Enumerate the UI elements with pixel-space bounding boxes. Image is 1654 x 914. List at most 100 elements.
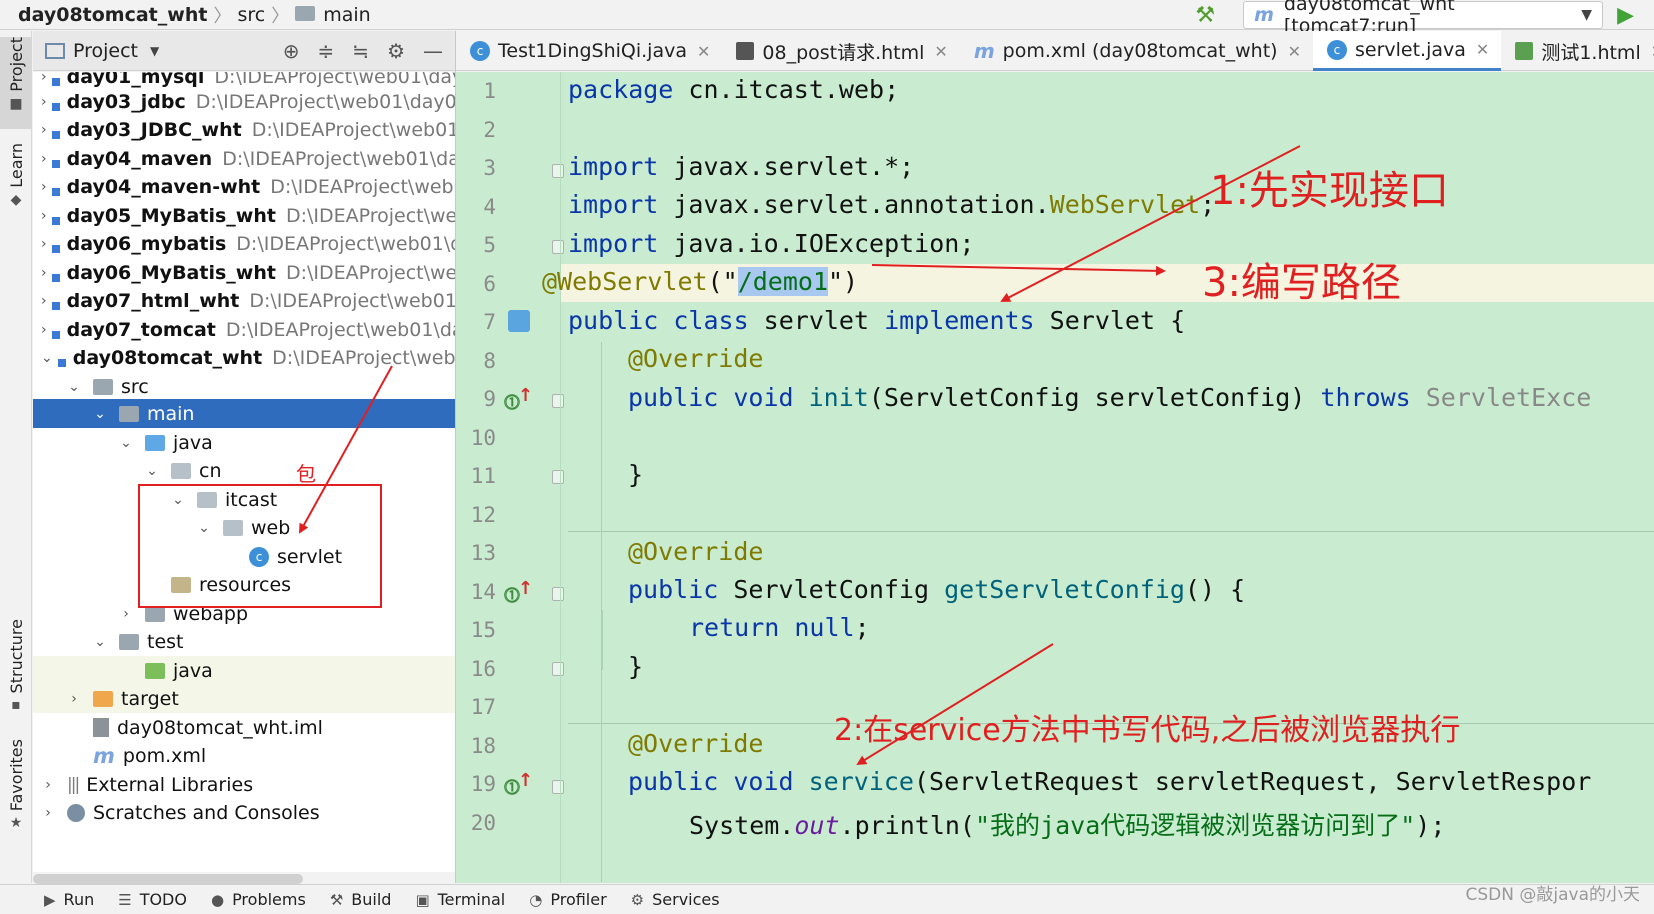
- tool-profiler-button[interactable]: ◔ Profiler: [529, 890, 606, 909]
- close-icon[interactable]: ✕: [1476, 40, 1489, 59]
- stripe-structure-button[interactable]: Structure ▪: [0, 619, 32, 739]
- chevron-right-icon[interactable]: ›: [41, 293, 47, 309]
- chevron-right-icon[interactable]: ›: [41, 122, 47, 138]
- tree-item-source-root[interactable]: ⌄ java: [33, 428, 455, 457]
- stripe-favorites-button[interactable]: Favorites ★: [0, 739, 32, 859]
- chevron-right-icon[interactable]: ›: [41, 179, 47, 195]
- run-icon[interactable]: ▶: [1617, 3, 1634, 28]
- tree-item-target[interactable]: › target: [33, 684, 455, 713]
- breadcrumb-main[interactable]: main: [323, 4, 370, 26]
- expand-all-icon[interactable]: ≑: [318, 39, 335, 63]
- chevron-down-icon[interactable]: ⌄: [145, 463, 159, 479]
- chevron-right-icon[interactable]: ›: [41, 236, 47, 252]
- collapse-all-icon[interactable]: ≒: [352, 39, 369, 63]
- tree-horizontal-scrollbar[interactable]: [33, 874, 303, 884]
- fold-icon[interactable]: [552, 780, 564, 794]
- tab-test1dingshiqi[interactable]: c Test1DingShiQi.java ✕: [456, 31, 722, 71]
- tree-item-module[interactable]: › day04_maven D:\IDEAProject\web01\day: [33, 144, 455, 173]
- fold-icon[interactable]: [552, 164, 564, 178]
- code-line-19: public void service(ServletRequest servl…: [628, 767, 1591, 796]
- tree-item-scratches[interactable]: › Scratches and Consoles: [33, 798, 455, 827]
- web-servlet-gutter-icon[interactable]: [508, 310, 530, 332]
- tree-item-path: D:\IDEAProject\web01\: [249, 289, 455, 312]
- chevron-right-icon[interactable]: ›: [41, 805, 55, 821]
- tree-item-folder-selected[interactable]: ⌄ main: [33, 399, 455, 428]
- keyword: import: [568, 229, 659, 258]
- gear-icon[interactable]: ⚙: [387, 39, 405, 63]
- stripe-learn-button[interactable]: Learn ◆: [0, 143, 32, 243]
- chevron-down-icon[interactable]: ⌄: [93, 634, 107, 650]
- chevron-right-icon[interactable]: ›: [67, 691, 81, 707]
- stripe-structure-label: Structure: [6, 619, 26, 694]
- tree-item-module[interactable]: › day03_jdbc D:\IDEAProject\web01\day03: [33, 87, 455, 116]
- stripe-project-button[interactable]: Project ■: [0, 37, 32, 129]
- chevron-right-icon[interactable]: ›: [41, 777, 55, 793]
- code-line-20: System.out.println("我的java代码逻辑被浏览器访问到了")…: [689, 806, 1445, 842]
- chevron-down-icon[interactable]: ⌄: [93, 406, 107, 422]
- class-name: servlet: [748, 306, 885, 335]
- tool-label: Problems: [232, 890, 306, 909]
- code-editor[interactable]: 1 2 3 4 5 6 7 8 9 10 11 12 13 14 15 16 1…: [456, 72, 1654, 883]
- project-panel-title[interactable]: Project: [73, 40, 138, 62]
- run-configuration-select[interactable]: m day08tomcat_wht [tomcat7:run] ▼: [1243, 0, 1604, 37]
- tree-item-module[interactable]: › day07_tomcat D:\IDEAProject\web01\day: [33, 315, 455, 344]
- tool-todo-button[interactable]: ☰ TODO: [118, 890, 187, 909]
- tab-pom-xml[interactable]: m pom.xml (day08tomcat_wht) ✕: [960, 31, 1313, 71]
- code-line-3: import javax.servlet.*;: [568, 152, 914, 181]
- fold-icon[interactable]: [552, 587, 564, 601]
- tree-item-module[interactable]: › day06_mybatis D:\IDEAProject\web01\da: [33, 229, 455, 258]
- close-icon[interactable]: ✕: [697, 42, 710, 61]
- chevron-right-icon[interactable]: ›: [41, 322, 47, 338]
- tool-run-button[interactable]: ▶ Run: [44, 890, 94, 909]
- fold-icon[interactable]: [552, 662, 564, 676]
- tree-item-folder[interactable]: ⌄ test: [33, 627, 455, 656]
- tree-item-module[interactable]: ⌄ day08tomcat_wht D:\IDEAProject\web01: [33, 343, 455, 372]
- tab-test1-html[interactable]: 测试1.html ✕: [1501, 31, 1654, 71]
- chevron-down-icon[interactable]: ⌄: [119, 435, 133, 451]
- fold-icon[interactable]: [552, 240, 564, 254]
- locate-icon[interactable]: ⊕: [283, 39, 300, 63]
- tree-item-module[interactable]: › day04_maven-wht D:\IDEAProject\web0: [33, 172, 455, 201]
- build-hammer-icon[interactable]: ⚒: [1195, 3, 1215, 28]
- chevron-down-icon[interactable]: ⌄: [41, 350, 53, 366]
- chevron-right-icon[interactable]: ›: [41, 265, 47, 281]
- tab-08-post-html[interactable]: 08_post请求.html ✕: [722, 31, 959, 71]
- code-text: ServletExce: [1410, 383, 1592, 412]
- tree-item-module[interactable]: › day05_MyBatis_wht D:\IDEAProject\web: [33, 201, 455, 230]
- tree-item-module[interactable]: › day07_html_wht D:\IDEAProject\web01\: [33, 286, 455, 315]
- override-arrow-icon[interactable]: ↑: [518, 578, 533, 599]
- tool-terminal-button[interactable]: ▣ Terminal: [415, 890, 505, 909]
- tree-item-folder[interactable]: ⌄ src: [33, 372, 455, 401]
- override-arrow-icon[interactable]: ↑: [518, 385, 533, 406]
- chevron-right-icon[interactable]: ›: [119, 606, 133, 622]
- override-arrow-icon[interactable]: ↑: [518, 770, 533, 791]
- tree-item-test-root[interactable]: java: [33, 656, 455, 685]
- close-icon[interactable]: ✕: [934, 42, 947, 61]
- chevron-down-icon[interactable]: ▼: [150, 44, 159, 58]
- chevron-right-icon[interactable]: ›: [41, 151, 47, 167]
- tree-item-libraries[interactable]: › ||| External Libraries: [33, 770, 455, 799]
- chevron-right-icon[interactable]: ›: [41, 72, 47, 85]
- chevron-down-icon[interactable]: ⌄: [67, 379, 81, 395]
- tool-build-button[interactable]: ⚒ Build: [330, 890, 392, 909]
- tree-item-package[interactable]: ⌄ cn: [33, 456, 455, 485]
- code-text: (": [707, 267, 738, 296]
- tree-item-file[interactable]: day08tomcat_wht.iml: [33, 713, 455, 742]
- tool-problems-button[interactable]: ● Problems: [211, 890, 306, 909]
- fold-icon[interactable]: [552, 394, 564, 408]
- tab-servlet-java[interactable]: c servlet.java ✕: [1312, 31, 1502, 71]
- tree-item-path: D:\IDEAProject\web: [285, 261, 455, 284]
- close-icon[interactable]: ✕: [1288, 42, 1301, 61]
- tool-services-button[interactable]: ⚙ Services: [631, 890, 720, 909]
- tree-item-file[interactable]: m pom.xml: [33, 741, 455, 770]
- chevron-right-icon[interactable]: ›: [41, 94, 47, 110]
- selected-string[interactable]: /demo1: [737, 267, 828, 296]
- tree-item-module[interactable]: › day06_MyBatis_wht D:\IDEAProject\web: [33, 258, 455, 287]
- tool-label: Terminal: [437, 890, 506, 909]
- breadcrumb-src[interactable]: src: [237, 4, 265, 26]
- fold-icon[interactable]: [552, 470, 564, 484]
- hide-icon[interactable]: —: [423, 39, 443, 63]
- breadcrumb-project[interactable]: day08tomcat_wht: [18, 4, 207, 26]
- chevron-right-icon[interactable]: ›: [41, 208, 47, 224]
- tree-item-module[interactable]: › day03_JDBC_wht D:\IDEAProject\web01\: [33, 115, 455, 144]
